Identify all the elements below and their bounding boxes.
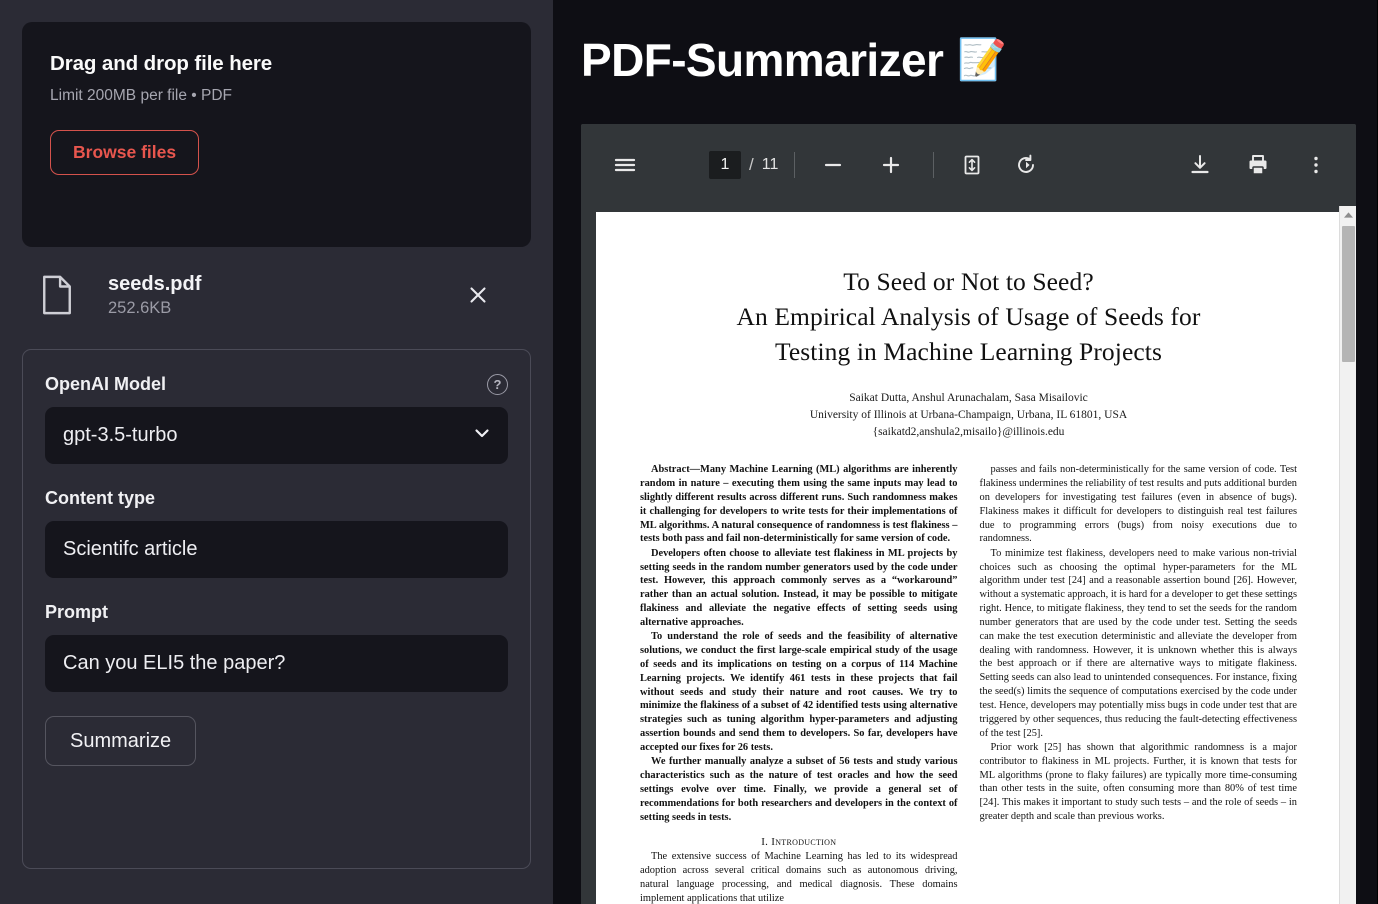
content-type-input[interactable]: Scientifc article: [45, 521, 508, 578]
document-title-line-2: An Empirical Analysis of Usage of Seeds …: [736, 302, 1201, 332]
download-icon[interactable]: [1178, 143, 1222, 187]
document-emails: {saikatd2,anshula2,misailo}@illinois.edu: [872, 426, 1065, 439]
chevron-down-icon[interactable]: [472, 423, 492, 448]
pdf-page-1: To Seed or Not to Seed? An Empirical Ana…: [596, 212, 1341, 904]
toolbar-divider-2: [933, 152, 935, 178]
document-right-column: passes and fails non-deterministically f…: [980, 463, 1298, 904]
prompt-label: Prompt: [45, 602, 108, 622]
toolbar-divider: [794, 152, 796, 178]
help-circle-icon[interactable]: ?: [487, 374, 508, 395]
hamburger-menu-icon[interactable]: [603, 143, 647, 187]
file-document-icon: [40, 275, 74, 315]
pdf-toolbar: 1 / 11: [581, 124, 1356, 206]
file-size: 252.6KB: [108, 299, 172, 317]
openai-model-select[interactable]: gpt-3.5-turbo: [45, 407, 508, 464]
prompt-input[interactable]: Can you ELI5 the paper?: [45, 635, 508, 692]
page-title: PDF-Summarizer 📝: [553, 0, 1378, 87]
browse-files-button[interactable]: Browse files: [50, 130, 200, 176]
content-type-label: Content type: [45, 488, 155, 508]
remove-file-button[interactable]: [459, 276, 497, 314]
scrollbar-thumb[interactable]: [1342, 226, 1355, 362]
dropzone-limit-text: Limit 200MB per file • PDF: [50, 87, 233, 104]
app-title-text: PDF-Summarizer: [581, 34, 944, 86]
app-root: Drag and drop file here Limit 200MB per …: [0, 0, 1378, 904]
memo-pencil-icon: 📝: [957, 38, 1007, 82]
summarize-button[interactable]: Summarize: [45, 716, 197, 766]
model-label: OpenAI Model: [45, 374, 166, 394]
document-title-line-3: Testing in Machine Learning Projects: [774, 337, 1163, 367]
section-heading-introduction: I. Introduction: [761, 836, 837, 849]
abstract-paragraph: To understand the role of seeds and the …: [640, 631, 958, 753]
model-label-row: OpenAI Model ?: [45, 374, 508, 395]
document-columns: Abstract—Many Machine Learning (ML) algo…: [640, 463, 1297, 904]
dropzone-title: Drag and drop file here: [50, 52, 273, 75]
abstract-paragraph: We further manually analyze a subset of …: [640, 756, 958, 823]
abstract-paragraph: Abstract—Many Machine Learning (ML) algo…: [640, 464, 958, 545]
body-paragraph: passes and fails non-deterministically f…: [979, 464, 1298, 545]
sidebar: Drag and drop file here Limit 200MB per …: [0, 0, 553, 904]
document-left-column: Abstract—Many Machine Learning (ML) algo…: [640, 463, 958, 904]
main-content: PDF-Summarizer 📝 1 / 11 To Seed or Not t…: [553, 0, 1378, 904]
document-authors: Saikat Dutta, Anshul Arunachalam, Sasa M…: [849, 391, 1088, 404]
body-paragraph: To minimize test flakiness, developers n…: [979, 547, 1298, 739]
prompt-value: Can you ELI5 the paper?: [63, 652, 286, 674]
body-paragraph: Prior work [25] has shown that algorithm…: [979, 741, 1298, 823]
pdf-viewer: 1 / 11 To Seed or Not to Seed? An Empiri…: [581, 124, 1356, 904]
scrollbar-up-arrow-icon[interactable]: [1340, 206, 1356, 223]
openai-model-value: gpt-3.5-turbo: [63, 424, 178, 446]
file-meta: seeds.pdf 252.6KB: [108, 272, 459, 318]
page-number-input[interactable]: 1: [709, 151, 741, 179]
pdf-scrollbar[interactable]: [1339, 206, 1356, 904]
pdf-page-area: To Seed or Not to Seed? An Empirical Ana…: [581, 206, 1356, 904]
page-navigation: 1 / 11: [709, 151, 778, 179]
summarizer-form: OpenAI Model ? gpt-3.5-turbo Content typ…: [22, 349, 531, 869]
document-title: To Seed or Not to Seed? An Empirical Ana…: [640, 264, 1297, 370]
document-title-line-1: To Seed or Not to Seed?: [843, 267, 1094, 296]
page-total: 11: [761, 156, 779, 173]
fit-page-icon[interactable]: [950, 143, 994, 187]
document-affiliation: University of Illinois at Urbana-Champai…: [809, 408, 1128, 421]
file-name: seeds.pdf: [108, 273, 202, 295]
print-icon[interactable]: [1236, 143, 1280, 187]
page-separator: /: [749, 155, 754, 174]
uploaded-file-row: seeds.pdf 252.6KB: [22, 247, 531, 343]
file-dropzone[interactable]: Drag and drop file here Limit 200MB per …: [22, 22, 531, 247]
abstract-paragraph: Developers often choose to alleviate tes…: [640, 547, 958, 628]
more-options-icon[interactable]: [1294, 143, 1338, 187]
introduction-paragraph: The extensive success of Machine Learnin…: [640, 851, 958, 904]
content-type-value: Scientifc article: [63, 538, 198, 560]
document-authors-block: Saikat Dutta, Anshul Arunachalam, Sasa M…: [640, 390, 1297, 442]
zoom-in-button[interactable]: [869, 143, 913, 187]
rotate-icon[interactable]: [1004, 143, 1048, 187]
zoom-out-button[interactable]: [811, 143, 855, 187]
